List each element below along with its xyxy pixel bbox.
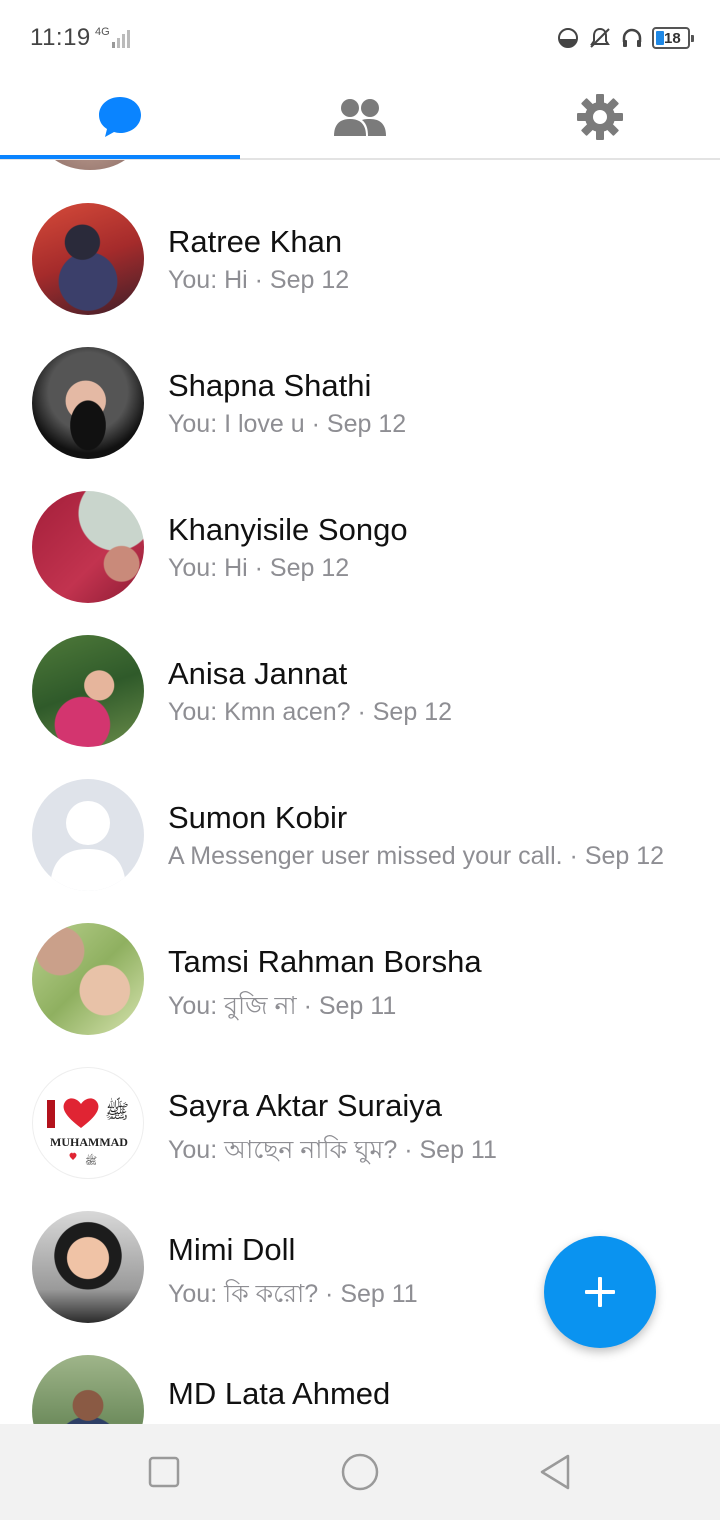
avatar xyxy=(32,1355,144,1424)
message-snippet: You: Hi · Sep 12 xyxy=(168,266,350,294)
plus-icon xyxy=(585,1277,615,1307)
avatar: ﷺ MUHAMMAD ﷺ xyxy=(32,1067,144,1179)
conversation-row[interactable]: Shapna Shathi You: I love u · Sep 12 xyxy=(0,304,720,459)
conversation-row[interactable]: Khanyisile Songo You: Hi · Sep 12 xyxy=(0,448,720,603)
data-saver-icon xyxy=(558,28,578,48)
conversation-row[interactable]: Tamsi Rahman Borsha You: বুজি না · Sep 1… xyxy=(0,880,720,1035)
contact-name: Ratree Khan xyxy=(168,224,343,259)
contact-name: Sumon Kobir xyxy=(168,800,348,835)
avatar xyxy=(32,923,144,1035)
status-bar: 11:19 4G 18 xyxy=(0,0,720,76)
tab-bar xyxy=(0,76,720,160)
contact-name: Khanyisile Songo xyxy=(168,512,408,547)
tab-chats[interactable] xyxy=(0,76,240,158)
message-snippet: You: I love u · Sep 12 xyxy=(168,410,407,438)
avatar xyxy=(32,779,144,891)
svg-text:ﷺ: ﷺ xyxy=(85,1153,97,1167)
message-snippet: You: Kmn acen? · Sep 12 xyxy=(168,698,452,726)
conversation-row[interactable]: Anisa Jannat You: Kmn acen? · Sep 12 xyxy=(0,592,720,747)
avatar xyxy=(32,1211,144,1323)
status-time: 11:19 xyxy=(30,24,91,51)
network-type: 4G xyxy=(95,26,110,38)
contact-name: MD Lata Ahmed xyxy=(168,1376,391,1411)
headphones-icon xyxy=(622,28,642,47)
chat-bubble-icon xyxy=(99,97,141,137)
muhammad-logo-image: ﷺ MUHAMMAD ﷺ xyxy=(47,1097,129,1167)
tab-people[interactable] xyxy=(240,76,480,158)
contact-name: Anisa Jannat xyxy=(168,656,348,691)
back-icon xyxy=(540,1454,570,1490)
tab-settings[interactable] xyxy=(480,76,720,158)
active-tab-indicator xyxy=(0,155,240,159)
contact-name: Tamsi Rahman Borsha xyxy=(168,944,482,979)
message-snippet: A Messenger user missed your call. · Sep… xyxy=(168,842,665,870)
svg-text:MUHAMMAD: MUHAMMAD xyxy=(50,1135,128,1149)
recents-button[interactable] xyxy=(144,1452,184,1492)
message-snippet: You: আছেন নাকি ঘুম? · Sep 11 xyxy=(168,1136,497,1164)
system-nav-bar xyxy=(0,1424,720,1520)
battery-level: 18 xyxy=(664,29,681,47)
conversation-row[interactable]: Sumon Kobir A Messenger user missed your… xyxy=(0,736,720,891)
recents-icon xyxy=(148,1456,180,1488)
conversation-row[interactable]: Ratree Khan You: Hi · Sep 12 xyxy=(0,160,720,315)
message-snippet: You: বুজি না · Sep 11 xyxy=(168,992,397,1020)
avatar xyxy=(32,347,144,459)
message-snippet: You: Hi · Sep 12 xyxy=(168,554,350,582)
people-icon xyxy=(334,99,386,136)
conversation-row[interactable]: ﷺ MUHAMMAD ﷺ Sayra Aktar Suraiya You: আছ… xyxy=(0,1024,720,1179)
svg-text:ﷺ: ﷺ xyxy=(105,1097,129,1123)
gear-icon xyxy=(577,94,623,140)
bell-off-icon xyxy=(590,27,610,48)
avatar xyxy=(32,635,144,747)
conversation-list[interactable]: Ratree Khan You: Hi · Sep 12 Shapna Shat… xyxy=(0,160,720,1424)
back-button[interactable] xyxy=(536,1452,576,1492)
home-icon xyxy=(341,1453,379,1491)
avatar xyxy=(32,203,144,315)
home-button[interactable] xyxy=(338,1450,382,1494)
message-snippet: You: কি করো? · Sep 11 xyxy=(168,1280,418,1308)
default-avatar-icon xyxy=(50,801,126,891)
avatar xyxy=(32,491,144,603)
new-message-button[interactable] xyxy=(544,1236,656,1348)
battery-icon: 18 xyxy=(652,27,694,49)
contact-name: Shapna Shathi xyxy=(168,368,372,403)
contact-name: Mimi Doll xyxy=(168,1232,296,1267)
status-icons: 18 xyxy=(556,24,694,52)
signal-icon xyxy=(112,30,130,48)
contact-name: Sayra Aktar Suraiya xyxy=(168,1088,442,1123)
